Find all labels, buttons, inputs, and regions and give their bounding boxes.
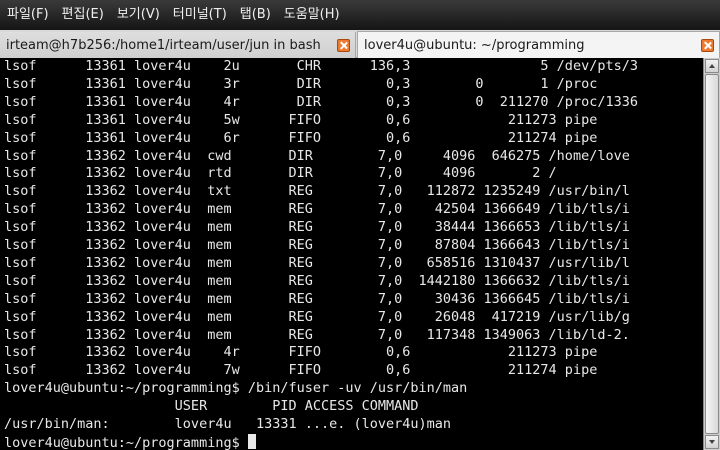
tab-programming[interactable]: lover4u@ubuntu: ~/programming <box>357 31 720 58</box>
close-icon[interactable] <box>337 38 350 52</box>
terminal-line: lsof 13362 lover4u txt REG 7,0 112872 12… <box>4 183 630 200</box>
text-cursor <box>247 433 256 449</box>
terminal-line: lsof 13362 lover4u cwd DIR 7,0 4096 6462… <box>4 147 630 164</box>
terminal-line: lsof 13362 lover4u mem REG 7,0 87804 136… <box>4 237 630 253</box>
terminal-line: lsof 13361 lover4u 6r FIFO 0,6 211274 pi… <box>4 129 598 146</box>
terminal-line: lsof 13362 lover4u 7w FIFO 0,6 211274 pi… <box>4 362 598 379</box>
terminal-line: lsof 13361 lover4u 3r DIR 0,3 0 1 /proc <box>4 75 598 92</box>
terminal-line: USER PID ACCESS COMMAND <box>4 398 419 415</box>
terminal-line: lsof 13362 lover4u mem REG 7,0 42504 136… <box>4 201 630 218</box>
terminal-line: lsof 13362 lover4u 4r FIFO 0,6 211273 pi… <box>4 344 598 361</box>
terminal-line: lsof 13362 lover4u mem REG 7,0 30436 136… <box>4 290 630 307</box>
tab-bar: irteam@h7b256:/home1/irteam/user/jun in … <box>0 30 720 58</box>
vertical-scrollbar[interactable] <box>703 58 720 450</box>
terminal-line: lsof 13361 lover4u 5w FIFO 0,6 211273 pi… <box>4 111 598 128</box>
menu-terminal[interactable]: 터미널(T) <box>166 0 233 30</box>
terminal-prompt-line[interactable]: lover4u@ubuntu:~/programming$ <box>4 433 256 450</box>
menu-help[interactable]: 도움말(H) <box>277 0 346 30</box>
terminal-line: lsof 13362 lover4u mem REG 7,0 658516 13… <box>4 254 630 271</box>
terminal-line: lsof 13361 lover4u 2u CHR 136,3 5 /dev/p… <box>4 58 638 74</box>
menu-bar: 파일(F) 편집(E) 보기(V) 터미널(T) 탭(B) 도움말(H) <box>0 0 720 30</box>
terminal-line: lsof 13361 lover4u 4r DIR 0,3 0 211270 /… <box>4 93 638 110</box>
scrollbar-thumb[interactable] <box>705 74 719 434</box>
terminal-prompt: lover4u@ubuntu:~/programming$ <box>4 434 248 450</box>
arrow-down-icon <box>709 440 715 444</box>
close-icon[interactable] <box>701 38 714 52</box>
terminal-line: lover4u@ubuntu:~/programming$ /bin/fuser… <box>4 380 468 397</box>
terminal-line: lsof 13362 lover4u mem REG 7,0 117348 13… <box>4 326 630 343</box>
terminal-output[interactable]: lsof 13361 lover4u 2u CHR 136,3 5 /dev/p… <box>0 58 703 450</box>
terminal-line: lsof 13362 lover4u mem REG 7,0 26048 417… <box>4 308 630 325</box>
tab-label: irteam@h7b256:/home1/irteam/user/jun in … <box>6 37 321 53</box>
scroll-up-button[interactable] <box>705 59 719 73</box>
terminal-line: lsof 13362 lover4u mem REG 7,0 38444 136… <box>4 219 630 236</box>
terminal-line: lsof 13362 lover4u mem REG 7,0 1442180 1… <box>4 272 630 289</box>
menu-edit[interactable]: 편집(E) <box>55 0 110 30</box>
arrow-up-icon <box>709 64 715 68</box>
menu-file[interactable]: 파일(F) <box>0 0 55 30</box>
menu-tabs[interactable]: 탭(B) <box>233 0 277 30</box>
terminal-line: /usr/bin/man: lover4u 13331 ...e. (lover… <box>4 416 452 432</box>
scroll-down-button[interactable] <box>705 435 719 449</box>
tab-label: lover4u@ubuntu: ~/programming <box>364 37 585 53</box>
menu-view[interactable]: 보기(V) <box>110 0 166 30</box>
tab-irteam-bash[interactable]: irteam@h7b256:/home1/irteam/user/jun in … <box>0 32 356 58</box>
terminal-line: lsof 13362 lover4u rtd DIR 7,0 4096 2 / <box>4 165 557 182</box>
